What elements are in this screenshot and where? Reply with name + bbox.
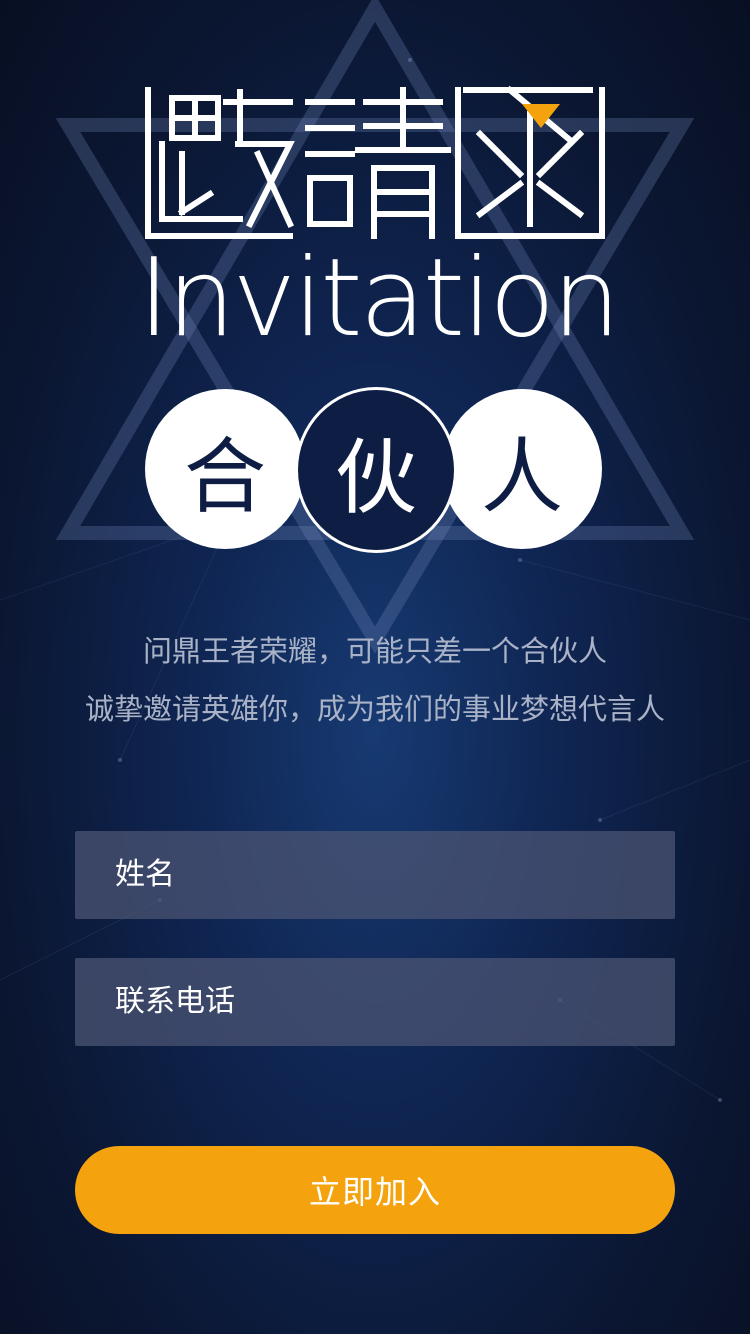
title-cn-wordmark [145, 85, 605, 239]
phone-input[interactable]: 联系电话 [75, 958, 675, 1046]
name-input[interactable]: 姓名 [75, 831, 675, 919]
title-en: Invitation [138, 236, 621, 361]
tagline-line2: 诚挚邀请英雄你，成为我们的事业梦想代言人 [84, 692, 665, 726]
invitation-screen: Invitation 合 伙 人 问鼎王者荣耀，可能只差一个合伙人 诚挚邀请英雄… [0, 0, 750, 1334]
partner-circle-huo: 伙 [295, 387, 457, 553]
partner-circle-ren: 人 [442, 389, 602, 549]
phone-placeholder: 联系电话 [115, 984, 235, 1019]
tagline-line1: 问鼎王者荣耀，可能只差一个合伙人 [142, 634, 607, 668]
name-placeholder: 姓名 [115, 857, 175, 892]
join-now-button[interactable]: 立即加入 [75, 1146, 675, 1234]
partner-circles: 合 伙 人 [0, 387, 750, 553]
partner-circle-he: 合 [145, 389, 305, 549]
